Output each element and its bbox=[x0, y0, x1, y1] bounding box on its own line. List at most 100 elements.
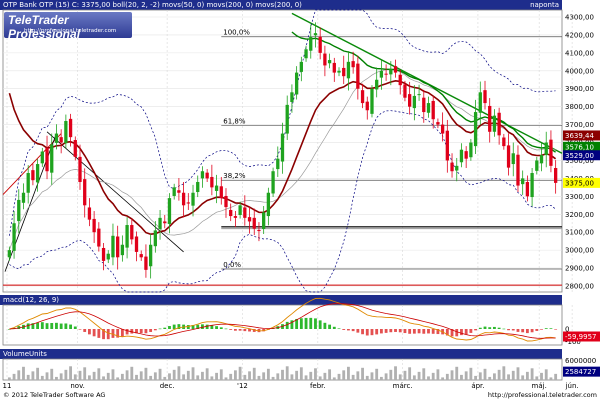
macd-histogram-bar bbox=[389, 329, 393, 333]
price-label-text: 3529,00 bbox=[565, 152, 594, 160]
macd-histogram-bar bbox=[347, 329, 350, 331]
volume-bar bbox=[285, 366, 289, 380]
candle-body bbox=[346, 61, 351, 79]
macd-histogram-bar bbox=[403, 329, 407, 334]
volume-bar bbox=[356, 371, 360, 380]
candle-body bbox=[26, 173, 30, 193]
macd-histogram-bar bbox=[40, 322, 44, 329]
volume-bar bbox=[102, 376, 105, 380]
candle-body bbox=[318, 36, 322, 53]
volume-bar bbox=[342, 370, 346, 380]
volume-bar bbox=[398, 374, 402, 380]
candle-body bbox=[101, 247, 106, 261]
macd-histogram-bar bbox=[493, 326, 496, 329]
candle-body bbox=[384, 73, 388, 75]
candle-body bbox=[290, 92, 294, 103]
volume-bar bbox=[196, 375, 200, 380]
volume-bar bbox=[215, 372, 218, 380]
macd-histogram-bar bbox=[73, 326, 77, 329]
candle-body bbox=[398, 74, 402, 86]
macd-histogram-bar bbox=[474, 329, 477, 331]
candle-body bbox=[40, 151, 44, 164]
macd-histogram-bar bbox=[530, 329, 534, 333]
volume-bar bbox=[177, 366, 181, 380]
volume-bar bbox=[281, 369, 284, 380]
volume-bar bbox=[22, 366, 25, 380]
macd-histogram-bar bbox=[469, 329, 473, 333]
macd-histogram-bar bbox=[210, 325, 214, 329]
volume-bar bbox=[182, 374, 186, 380]
chart-canvas[interactable]: 4300,00 4200,00 4100,00 4000,00 3900,00 3800,… bbox=[0, 0, 600, 400]
volume-bar bbox=[347, 366, 350, 380]
macd-histogram-bar bbox=[215, 326, 218, 329]
macd-histogram-bar bbox=[412, 329, 416, 334]
volume-bar bbox=[299, 367, 303, 380]
candle-body bbox=[455, 165, 459, 171]
volume-bar bbox=[384, 373, 388, 380]
y-tick-label: 3700,00 bbox=[565, 121, 594, 129]
macd-histogram-bar bbox=[408, 329, 412, 334]
volume-bar bbox=[455, 366, 459, 380]
volume-bar bbox=[88, 375, 91, 380]
candle-body bbox=[309, 36, 313, 51]
macd-histogram-bar bbox=[55, 322, 58, 329]
candle-body bbox=[502, 137, 506, 147]
macd-histogram-bar bbox=[540, 329, 543, 330]
candle-body bbox=[511, 153, 515, 165]
candle-body bbox=[167, 198, 172, 224]
volume-y-tick: 6000000 bbox=[565, 357, 596, 365]
macd-histogram-bar bbox=[59, 323, 63, 329]
candle-body bbox=[73, 140, 77, 157]
macd-histogram-bar bbox=[502, 328, 506, 330]
volume-bar bbox=[7, 377, 11, 380]
macd-histogram-bar bbox=[394, 329, 397, 332]
footer-url-link[interactable]: http://professional.teletrader.com bbox=[488, 391, 597, 400]
y-tick-label: 4200,00 bbox=[565, 31, 594, 39]
candle-body bbox=[144, 256, 148, 270]
volume-bar bbox=[403, 370, 407, 380]
macd-histogram-bar bbox=[375, 329, 379, 335]
volume-bar bbox=[266, 368, 270, 380]
candle-body bbox=[375, 79, 379, 90]
macd-histogram-bar bbox=[318, 320, 322, 329]
macd-histogram-bar bbox=[356, 329, 360, 333]
volume-bar bbox=[50, 368, 54, 380]
candle-body bbox=[469, 142, 473, 158]
volume-bar bbox=[361, 367, 364, 380]
macd-histogram-bar bbox=[511, 329, 515, 331]
candle-body bbox=[539, 155, 544, 164]
macd-histogram-bar bbox=[233, 329, 237, 331]
logo-url: http://professional.teletrader.com bbox=[24, 28, 117, 34]
volume-bar bbox=[135, 374, 138, 380]
volume-bar bbox=[431, 372, 435, 380]
volume-bar bbox=[530, 368, 534, 380]
candle-body bbox=[257, 230, 261, 232]
candle-body bbox=[68, 118, 73, 138]
volume-bar bbox=[337, 373, 341, 380]
candle-body bbox=[294, 72, 299, 95]
volume-bar bbox=[450, 370, 454, 380]
volume-bar bbox=[304, 375, 308, 380]
candle-body bbox=[389, 69, 393, 75]
volume-bar bbox=[172, 369, 176, 380]
macd-histogram-bar bbox=[168, 326, 171, 329]
macd-histogram-bar bbox=[554, 329, 558, 330]
macd-histogram-bar bbox=[384, 329, 388, 333]
volume-bar bbox=[219, 369, 223, 380]
volume-bar bbox=[83, 367, 87, 380]
y-tick-label: 3900,00 bbox=[565, 85, 594, 93]
price-label-text: 3639,44 bbox=[565, 132, 594, 140]
volume-bar bbox=[474, 375, 477, 380]
candle-body bbox=[285, 104, 289, 134]
candle-body bbox=[488, 105, 492, 132]
candle-body bbox=[243, 207, 247, 218]
volume-bar bbox=[535, 376, 539, 380]
candle-body bbox=[177, 190, 181, 193]
volume-bar bbox=[323, 372, 327, 380]
macd-last-value: -59,9957 bbox=[565, 333, 596, 341]
candle-body bbox=[549, 139, 553, 166]
x-tick-label: febr. bbox=[310, 382, 326, 390]
volume-bar bbox=[224, 377, 228, 380]
macd-histogram-bar bbox=[64, 323, 68, 329]
y-tick-label: 2900,00 bbox=[565, 265, 594, 273]
